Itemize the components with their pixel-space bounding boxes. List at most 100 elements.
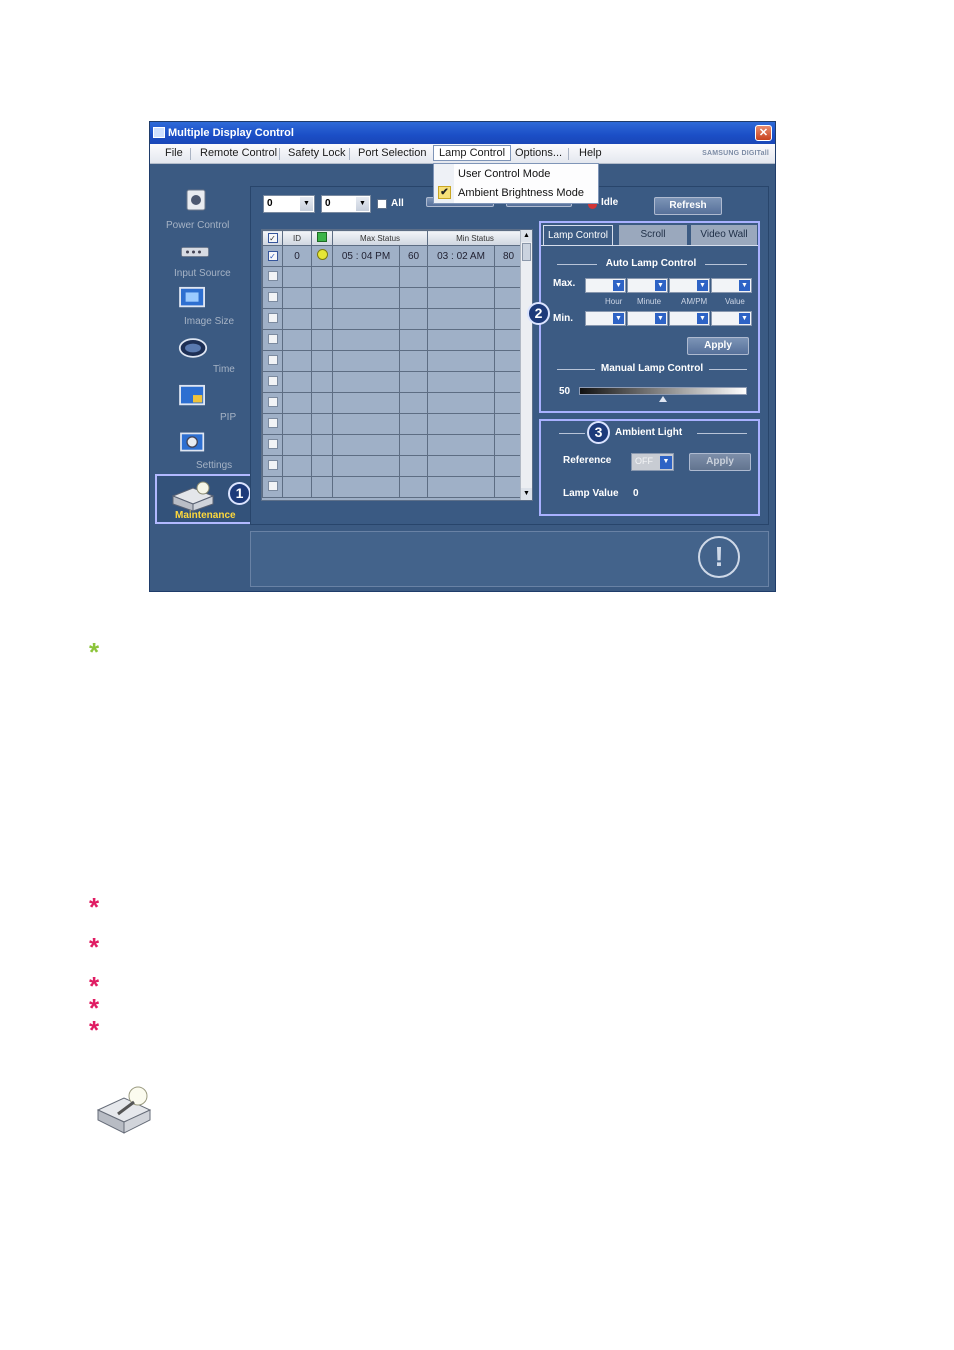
row-checkbox[interactable] bbox=[262, 266, 283, 288]
max-hour-select[interactable]: ▼ bbox=[585, 278, 626, 293]
reference-select[interactable]: OFF ▼ bbox=[631, 453, 674, 471]
sidebar-item-settings[interactable]: Settings bbox=[156, 426, 254, 472]
chevron-down-icon: ▼ bbox=[655, 280, 666, 291]
menu-file[interactable]: File bbox=[165, 147, 183, 159]
table-cell bbox=[427, 413, 496, 435]
menu-remote-control[interactable]: Remote Control bbox=[200, 147, 277, 159]
scroll-up-icon[interactable]: ▲ bbox=[521, 230, 532, 242]
max-minute-select[interactable]: ▼ bbox=[627, 278, 668, 293]
id-from-combo[interactable]: 0 ▼ bbox=[263, 195, 315, 213]
table-row[interactable] bbox=[262, 476, 524, 498]
row-checkbox[interactable] bbox=[262, 287, 283, 309]
row-checkbox[interactable] bbox=[262, 476, 283, 498]
chevron-down-icon: ▼ bbox=[697, 280, 708, 291]
menu-help[interactable]: Help bbox=[579, 147, 602, 159]
manual-lamp-slider[interactable] bbox=[579, 387, 747, 395]
table-cell bbox=[332, 329, 400, 351]
table-row[interactable] bbox=[262, 455, 524, 477]
table-cell bbox=[332, 413, 400, 435]
sidebar-item-label: PIP bbox=[220, 412, 237, 423]
id-to-combo[interactable]: 0 ▼ bbox=[321, 195, 371, 213]
status-panel: ! bbox=[250, 531, 769, 587]
row-checkbox[interactable] bbox=[262, 350, 283, 372]
scroll-down-icon[interactable]: ▼ bbox=[521, 488, 532, 500]
sidebar-item-power-control[interactable]: Power Control bbox=[156, 184, 254, 231]
row-checkbox[interactable]: ✓ bbox=[262, 245, 283, 267]
select-all-header[interactable]: ✓ bbox=[262, 230, 283, 246]
row-checkbox[interactable] bbox=[262, 308, 283, 330]
min-minute-select[interactable]: ▼ bbox=[627, 311, 668, 326]
row-checkbox[interactable] bbox=[262, 434, 283, 456]
refresh-button[interactable]: Refresh bbox=[654, 197, 722, 215]
table-row[interactable] bbox=[262, 392, 524, 414]
scroll-thumb[interactable] bbox=[522, 243, 531, 261]
menu-lamp-control[interactable]: Lamp Control bbox=[433, 145, 512, 161]
menu-port-selection[interactable]: Port Selection bbox=[358, 147, 426, 159]
image-size-icon bbox=[179, 286, 205, 308]
all-checkbox[interactable] bbox=[377, 199, 387, 209]
table-cell bbox=[427, 434, 496, 456]
table-cell bbox=[494, 434, 524, 456]
menu-options[interactable]: Options... bbox=[515, 147, 562, 159]
column-header-min-status[interactable]: Min Status bbox=[427, 230, 524, 246]
grid-scrollbar[interactable]: ▲ ▼ bbox=[520, 230, 532, 500]
table-row[interactable] bbox=[262, 266, 524, 288]
table-cell bbox=[311, 476, 333, 498]
sidebar-item-time[interactable]: Time bbox=[156, 330, 254, 376]
table-row[interactable] bbox=[262, 308, 524, 330]
row-checkbox[interactable] bbox=[262, 392, 283, 414]
menu-user-control-mode[interactable]: User Control Mode bbox=[458, 168, 550, 180]
close-button[interactable]: ✕ bbox=[755, 125, 772, 141]
time-icon bbox=[178, 338, 208, 358]
column-header-max-status[interactable]: Max Status bbox=[331, 230, 429, 246]
chevron-down-icon: ▼ bbox=[356, 197, 369, 211]
window-title: Multiple Display Control bbox=[168, 127, 294, 139]
table-row[interactable] bbox=[262, 287, 524, 309]
table-cell bbox=[494, 371, 524, 393]
min-hour-select[interactable]: ▼ bbox=[585, 311, 626, 326]
table-row[interactable] bbox=[262, 371, 524, 393]
tab-scroll[interactable]: Scroll bbox=[619, 225, 687, 245]
tab-video-wall[interactable]: Video Wall bbox=[691, 225, 757, 245]
power-control-icon bbox=[186, 189, 206, 211]
sidebar-item-pip[interactable]: PIP bbox=[156, 378, 254, 424]
table-row[interactable] bbox=[262, 413, 524, 435]
max-label: Max. bbox=[553, 278, 576, 289]
sidebar-item-maintenance[interactable]: 1 Maintenance bbox=[155, 474, 256, 524]
row-checkbox[interactable] bbox=[262, 413, 283, 435]
column-header-id[interactable]: ID bbox=[282, 230, 312, 246]
maintenance-icon bbox=[171, 481, 215, 512]
ambient-apply-button[interactable]: Apply bbox=[689, 453, 751, 471]
row-checkbox[interactable] bbox=[262, 371, 283, 393]
table-row[interactable] bbox=[262, 350, 524, 372]
table-cell bbox=[427, 392, 496, 414]
max-value-select[interactable]: ▼ bbox=[711, 278, 752, 293]
lamp-control-dropdown: User Control Mode ✔ Ambient Brightness M… bbox=[433, 163, 599, 204]
auto-apply-button[interactable]: Apply bbox=[687, 337, 749, 355]
row-checkbox[interactable] bbox=[262, 455, 283, 477]
row-checkbox[interactable] bbox=[262, 329, 283, 351]
ambient-light-title: Ambient Light bbox=[615, 427, 683, 438]
table-cell bbox=[332, 266, 400, 288]
ambient-light-group: 3 Ambient Light Reference OFF ▼ Apply La… bbox=[539, 419, 760, 516]
table-row[interactable] bbox=[262, 329, 524, 351]
tab-lamp-control[interactable]: Lamp Control bbox=[543, 225, 613, 245]
menu-safety-lock[interactable]: Safety Lock bbox=[288, 147, 345, 159]
min-ampm-select[interactable]: ▼ bbox=[669, 311, 710, 326]
note-asterisk-icon: * bbox=[89, 932, 100, 962]
table-cell bbox=[282, 413, 312, 435]
sidebar-item-image-size[interactable]: Image Size bbox=[156, 282, 254, 328]
slider-thumb[interactable] bbox=[659, 396, 667, 402]
table-cell bbox=[427, 455, 496, 477]
sidebar-item-input-source[interactable]: Input Source bbox=[156, 234, 254, 280]
sidebar-item-label: Input Source bbox=[174, 268, 231, 279]
max-ampm-select[interactable]: ▼ bbox=[669, 278, 710, 293]
table-cell bbox=[282, 434, 312, 456]
table-row[interactable] bbox=[262, 434, 524, 456]
menu-ambient-brightness-mode[interactable]: Ambient Brightness Mode bbox=[458, 187, 584, 199]
table-cell bbox=[494, 476, 524, 498]
table-row[interactable]: ✓ 0 05 : 04 PM 60 03 : 02 AM 80 bbox=[262, 245, 524, 267]
table-cell bbox=[494, 392, 524, 414]
min-value-select[interactable]: ▼ bbox=[711, 311, 752, 326]
chevron-down-icon: ▼ bbox=[739, 280, 750, 291]
